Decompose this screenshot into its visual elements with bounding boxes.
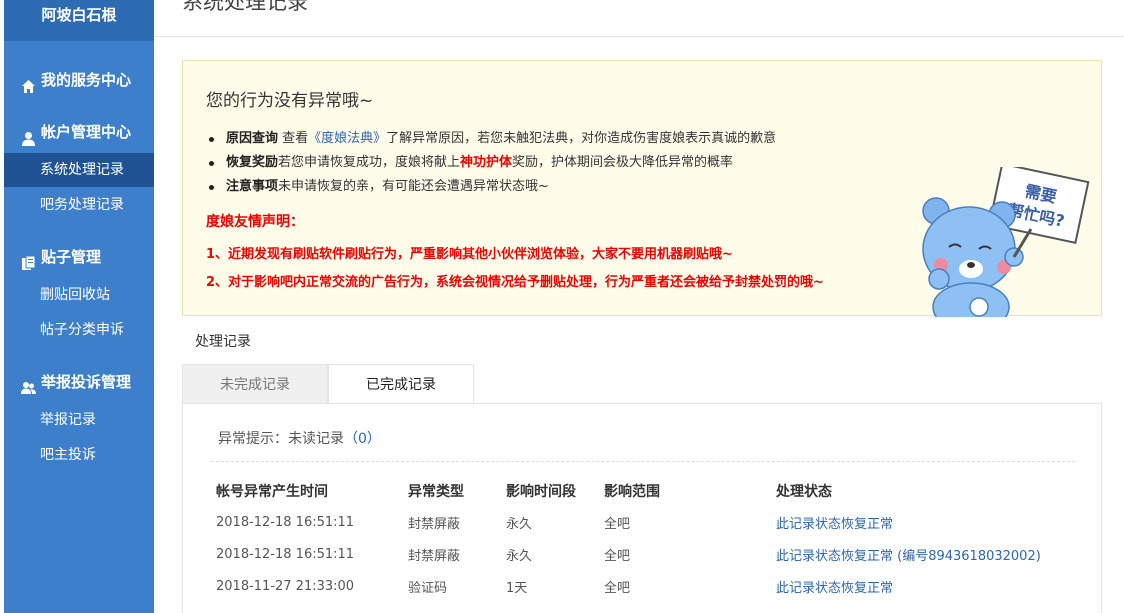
document-icon bbox=[21, 250, 36, 270]
help-mascot[interactable]: 需要 帮忙吗? bbox=[919, 162, 1099, 332]
table-cell-time: 2018-11-27 21:33:00 bbox=[216, 578, 355, 594]
column-header: 影响时间段 bbox=[506, 484, 576, 500]
statement-2: 2、对于影响吧内正常交流的广告行为，系统会视情况给予删贴处理，行为严重者还会被给… bbox=[206, 275, 824, 290]
notice-title: 您的行为没有异常哦~ bbox=[206, 91, 374, 111]
sidebar: 阿坡白石根 我的服务中心 帐户管理中心 系统处理记录 吧务处理记录 贴子管理 删… bbox=[4, 0, 154, 613]
notice-item-reward: 恢复奖励若您申请恢复成功，度娘将献上神功护体奖励，护体期间会极大降低异常的概率 bbox=[209, 151, 776, 175]
statement-1: 1、近期发现有刷贴软件刷贴行为，严重影响其他小伙伴浏览体验，大家不要用机器刷贴哦… bbox=[206, 247, 733, 262]
sidebar-section-label: 我的服务中心 bbox=[41, 71, 132, 89]
sidebar-item-recycle-bin[interactable]: 删贴回收站 bbox=[4, 278, 154, 312]
username[interactable]: 阿坡白石根 bbox=[4, 0, 154, 41]
notice-item-text: 奖励，护体期间会极大降低异常的概率 bbox=[512, 155, 734, 170]
sidebar-item-category-appeal[interactable]: 帖子分类申诉 bbox=[4, 313, 154, 347]
table-cell-scope: 全吧 bbox=[604, 548, 631, 564]
unread-hint: 异常提示：未读记录（0） bbox=[218, 428, 381, 448]
column-header: 异常类型 bbox=[408, 484, 464, 500]
records-panel: 异常提示：未读记录（0） 帐号异常产生时间 异常类型 影响时间段 影响范围 处理… bbox=[182, 403, 1102, 613]
tab-pending-records[interactable]: 未完成记录 bbox=[182, 364, 328, 404]
sidebar-item-report-records[interactable]: 举报记录 bbox=[4, 403, 154, 437]
records-title: 处理记录 bbox=[195, 334, 251, 350]
notice-item-text: 查看 bbox=[278, 131, 309, 146]
sidebar-section-label: 贴子管理 bbox=[41, 248, 102, 266]
table-cell-scope: 全吧 bbox=[604, 580, 631, 596]
records-tabs: 未完成记录 已完成记录 bbox=[182, 364, 1102, 404]
sidebar-section-label: 举报投诉管理 bbox=[41, 373, 132, 391]
notice-item-text: 了解异常原因，若您未触犯法典，对你造成伤害度娘表示真诚的歉意 bbox=[386, 131, 777, 146]
sidebar-section-label: 帐户管理中心 bbox=[41, 123, 132, 141]
sidebar-section-service-center[interactable]: 我的服务中心 bbox=[4, 64, 154, 96]
notice-item-label: 注意事项 bbox=[226, 179, 279, 194]
records-table: 帐号异常产生时间 异常类型 影响时间段 影响范围 处理状态 2018-12-18… bbox=[216, 476, 1076, 602]
table-cell-time: 2018-12-18 16:51:11 bbox=[216, 514, 355, 530]
table-cell-type: 封禁屏蔽 bbox=[408, 516, 461, 532]
table-cell-type: 验证码 bbox=[408, 580, 448, 596]
divider bbox=[211, 461, 1075, 462]
law-link[interactable]: 《度娘法典》 bbox=[308, 131, 386, 146]
table-cell-status-link[interactable]: 此记录状态恢复正常 bbox=[776, 506, 1076, 538]
table-cell-status-link[interactable]: 此记录状态恢复正常 (编号8943618032002) bbox=[776, 538, 1076, 570]
sidebar-section-report-management[interactable]: 举报投诉管理 bbox=[4, 366, 154, 398]
notice-item-label: 原因查询 bbox=[226, 131, 279, 146]
unread-hint-label: 异常提示：未读记录 bbox=[218, 431, 344, 447]
table-header-row: 帐号异常产生时间 异常类型 影响时间段 影响范围 处理状态 bbox=[216, 476, 1076, 506]
column-header: 帐号异常产生时间 bbox=[216, 484, 328, 500]
notice-item-attention: 注意事项未申请恢复的亲，有可能还会遭遇异常状态哦~ bbox=[209, 175, 776, 199]
sidebar-section-post-management[interactable]: 贴子管理 bbox=[4, 241, 154, 273]
notice-item-text: 未申请恢复的亲，有可能还会遭遇异常状态哦~ bbox=[278, 179, 549, 194]
notice-highlight: 神功护体 bbox=[460, 155, 513, 170]
sidebar-item-system-records[interactable]: 系统处理记录 bbox=[4, 153, 154, 187]
notice-box: 您的行为没有异常哦~ 原因查询 查看《度娘法典》了解异常原因，若您未触犯法典，对… bbox=[182, 60, 1102, 332]
table-cell-type: 封禁屏蔽 bbox=[408, 548, 461, 564]
notice-item-text: 若您申请恢复成功，度娘将献上 bbox=[278, 155, 461, 170]
table-cell-status-link[interactable]: 此记录状态恢复正常 bbox=[776, 570, 1076, 602]
table-row: 2018-12-18 16:51:11 封禁屏蔽 永久 全吧 此记录状态恢复正常 bbox=[216, 506, 1076, 538]
header-divider bbox=[154, 36, 1124, 37]
table-cell-duration: 永久 bbox=[506, 516, 533, 532]
table-cell-duration: 1天 bbox=[506, 580, 528, 596]
unread-count[interactable]: （0） bbox=[344, 431, 381, 447]
table-row: 2018-12-18 16:51:11 封禁屏蔽 永久 全吧 此记录状态恢复正常… bbox=[216, 538, 1076, 570]
column-header: 处理状态 bbox=[776, 484, 832, 500]
column-header: 影响范围 bbox=[604, 484, 660, 500]
table-row: 2018-11-27 21:33:00 验证码 1天 全吧 此记录状态恢复正常 bbox=[216, 570, 1076, 602]
sidebar-item-owner-complaint[interactable]: 吧主投诉 bbox=[4, 438, 154, 472]
page-title: 系统处理记录 bbox=[182, 0, 308, 14]
notice-item-reason: 原因查询 查看《度娘法典》了解异常原因，若您未触犯法典，对你造成伤害度娘表示真诚… bbox=[209, 127, 776, 151]
sidebar-section-account-center[interactable]: 帐户管理中心 bbox=[4, 116, 154, 148]
table-cell-time: 2018-12-18 16:51:11 bbox=[216, 546, 355, 562]
table-cell-duration: 永久 bbox=[506, 548, 533, 564]
users-icon bbox=[21, 375, 36, 394]
home-icon bbox=[21, 73, 36, 93]
table-cell-scope: 全吧 bbox=[604, 516, 631, 532]
user-icon bbox=[21, 125, 36, 146]
statement-title: 度娘友情声明： bbox=[206, 214, 304, 230]
notice-item-label: 恢复奖励 bbox=[226, 155, 279, 170]
tab-completed-records[interactable]: 已完成记录 bbox=[328, 364, 474, 404]
notice-list: 原因查询 查看《度娘法典》了解异常原因，若您未触犯法典，对你造成伤害度娘表示真诚… bbox=[209, 127, 776, 199]
sidebar-item-bar-records[interactable]: 吧务处理记录 bbox=[4, 188, 154, 222]
